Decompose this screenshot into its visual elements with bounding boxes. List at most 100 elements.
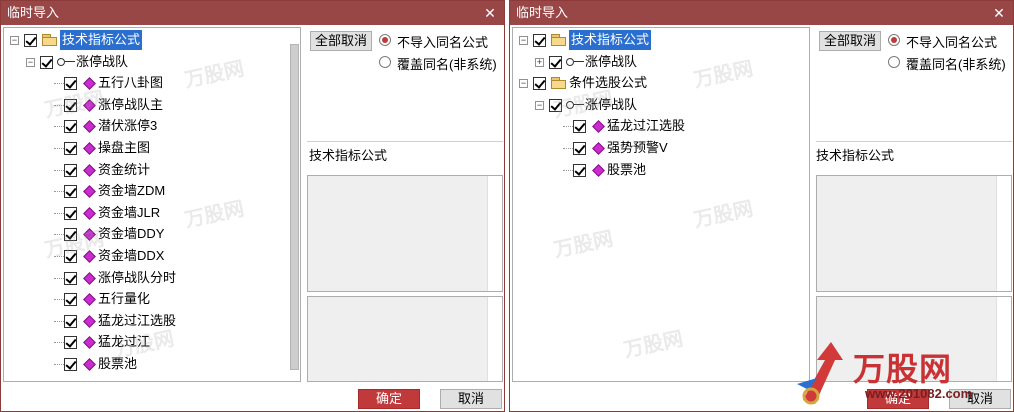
tree-row[interactable]: 资金统计 [4, 160, 284, 180]
tree-label[interactable]: 技术指标公式 [569, 30, 652, 50]
preview-box-top[interactable] [307, 175, 503, 292]
tree-row[interactable]: − 技术指标公式 [4, 30, 284, 50]
tree-row[interactable]: 股票池 [513, 160, 793, 180]
tree-row[interactable]: 猛龙过江选股 [513, 116, 793, 136]
tree-label[interactable]: 资金墙DDY [98, 224, 164, 244]
tree-label[interactable]: 资金墙JLR [98, 203, 160, 223]
tree-label[interactable]: 涨停战队分时 [98, 268, 176, 288]
formula-tree[interactable]: − 技术指标公式 − 涨停战队 五行八卦图 涨停战队主 潜伏涨停3 操盘主图 资金统计 资金墙ZD… [3, 27, 301, 382]
scrollbar-thumb[interactable] [290, 44, 299, 370]
preview-box-bottom[interactable] [307, 296, 503, 382]
tree-label[interactable]: 猛龙过江 [98, 332, 150, 352]
tree-checkbox[interactable] [64, 163, 77, 177]
tree-row[interactable]: 猛龙过江 [4, 332, 284, 352]
tree-label[interactable]: 涨停战队主 [98, 95, 163, 115]
tree-checkbox[interactable] [64, 77, 77, 91]
tree-checkbox[interactable] [64, 293, 77, 307]
tree-label[interactable]: 股票池 [98, 354, 137, 374]
tree-label[interactable]: 股票池 [607, 160, 646, 180]
cancel-button[interactable]: 取消 [440, 389, 502, 409]
tree-checkbox[interactable] [549, 55, 562, 69]
tree-label[interactable]: 技术指标公式 [60, 30, 143, 50]
tree-row[interactable]: 涨停战队分时 [4, 268, 284, 288]
preview-box-top[interactable] [816, 175, 1012, 292]
cancel-button[interactable]: 取消 [949, 389, 1011, 409]
ok-button[interactable]: 确定 [867, 389, 929, 409]
tree-row[interactable]: 操盘主图 [4, 138, 284, 158]
tree-row[interactable]: 涨停战队主 [4, 95, 284, 115]
tree-label[interactable]: 条件选股公式 [569, 73, 647, 93]
deselect-all-button[interactable]: 全部取消 [819, 31, 881, 51]
close-icon[interactable]: ✕ [482, 1, 498, 25]
radio-no-import-label[interactable]: 不导入同名公式 [397, 32, 488, 51]
expand-icon[interactable]: + [535, 57, 544, 67]
tree-label[interactable]: 潜伏涨停3 [98, 116, 157, 136]
tree-row[interactable]: − 技术指标公式 [513, 30, 793, 50]
tree-label[interactable]: 强势预警V [607, 138, 668, 158]
tree-label[interactable]: 猛龙过江选股 [607, 116, 685, 136]
tree-checkbox[interactable] [533, 77, 546, 91]
tree-checkbox[interactable] [64, 250, 77, 263]
tree-label[interactable]: 五行八卦图 [98, 73, 163, 93]
tree-checkbox[interactable] [549, 98, 562, 112]
tree-checkbox[interactable] [533, 34, 546, 47]
radio-no-import[interactable] [888, 34, 900, 46]
tree-checkbox[interactable] [64, 228, 77, 242]
tree-row[interactable]: 强势预警V [513, 138, 793, 158]
tree-checkbox[interactable] [64, 358, 77, 371]
radio-no-import[interactable] [379, 34, 391, 46]
tree-row[interactable]: 资金墙JLR [4, 203, 284, 223]
tree-row[interactable]: − 涨停战队 [513, 95, 793, 115]
tree-checkbox[interactable] [64, 120, 77, 134]
tree-checkbox[interactable] [64, 336, 77, 350]
tree-label[interactable]: 涨停战队 [76, 52, 128, 72]
tree-checkbox[interactable] [40, 55, 53, 69]
tree-checkbox[interactable] [64, 142, 77, 155]
tree-row[interactable]: − 涨停战队 [4, 52, 284, 72]
tree-row[interactable]: 资金墙DDY [4, 224, 284, 244]
tree-label[interactable]: 猛龙过江选股 [98, 311, 176, 331]
tree-row[interactable]: 资金墙ZDM [4, 181, 284, 201]
tree-checkbox[interactable] [573, 163, 586, 177]
radio-overwrite-label[interactable]: 覆盖同名(非系统) [906, 54, 1006, 73]
tree-label[interactable]: 资金墙DDX [98, 246, 164, 266]
preview-box-bottom[interactable] [816, 296, 1012, 382]
tree-checkbox[interactable] [64, 206, 77, 220]
collapse-icon[interactable]: − [10, 36, 19, 45]
tree-row[interactable]: − 条件选股公式 [513, 73, 793, 93]
collapse-icon[interactable]: − [519, 79, 528, 89]
tree-checkbox[interactable] [64, 271, 77, 285]
collapse-icon[interactable]: − [519, 36, 528, 45]
tree-label[interactable]: 操盘主图 [98, 138, 150, 158]
tree-row[interactable]: 潜伏涨停3 [4, 116, 284, 136]
formula-tree[interactable]: − 技术指标公式 + 涨停战队 − 条件选股公式 − 涨停战队 猛龙过江选股 强势预警V 股票池 万… [512, 27, 810, 382]
tree-row[interactable]: 五行量化 [4, 289, 284, 309]
tree-label[interactable]: 涨停战队 [585, 52, 637, 72]
ok-button[interactable]: 确定 [358, 389, 420, 409]
tree-scrollbar[interactable] [290, 44, 299, 370]
tree-label[interactable]: 涨停战队 [585, 95, 637, 115]
tree-connector [563, 148, 573, 149]
tree-checkbox[interactable] [24, 34, 37, 47]
tree-checkbox[interactable] [64, 185, 77, 199]
tree-row[interactable]: 股票池 [4, 354, 284, 374]
tree-label[interactable]: 资金墙ZDM [98, 181, 165, 201]
close-icon[interactable]: ✕ [991, 1, 1007, 25]
radio-overwrite[interactable] [888, 56, 900, 68]
tree-row[interactable]: 资金墙DDX [4, 246, 284, 266]
tree-label[interactable]: 资金统计 [98, 160, 150, 180]
tree-row[interactable]: + 涨停战队 [513, 52, 793, 72]
collapse-icon[interactable]: − [26, 57, 35, 67]
collapse-icon[interactable]: − [535, 100, 544, 110]
tree-checkbox[interactable] [64, 314, 77, 328]
radio-overwrite[interactable] [379, 56, 391, 68]
radio-no-import-label[interactable]: 不导入同名公式 [906, 32, 997, 51]
radio-overwrite-label[interactable]: 覆盖同名(非系统) [397, 54, 497, 73]
tree-label[interactable]: 五行量化 [98, 289, 150, 309]
deselect-all-button[interactable]: 全部取消 [310, 31, 372, 51]
tree-checkbox[interactable] [64, 98, 77, 112]
tree-row[interactable]: 猛龙过江选股 [4, 311, 284, 331]
tree-checkbox[interactable] [573, 142, 586, 155]
tree-row[interactable]: 五行八卦图 [4, 73, 284, 93]
tree-checkbox[interactable] [573, 120, 586, 134]
